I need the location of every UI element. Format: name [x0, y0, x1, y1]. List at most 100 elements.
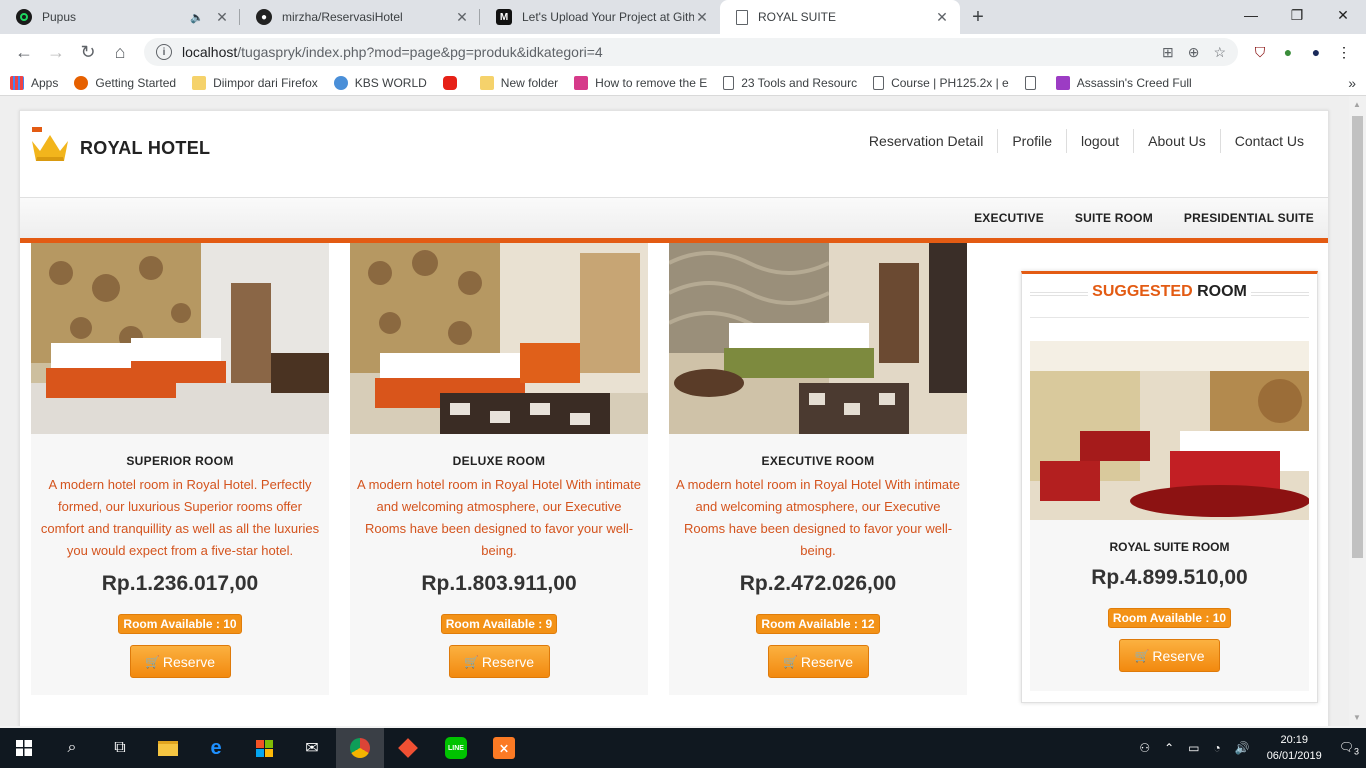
git-icon[interactable] [384, 728, 432, 768]
bookmark-new-folder[interactable]: New folder [479, 75, 558, 90]
task-view-icon[interactable]: ⧉ [96, 728, 144, 768]
edge-icon[interactable]: e [192, 728, 240, 768]
reload-icon[interactable]: ↻ [72, 42, 104, 63]
extension-globe-icon[interactable]: ● [1274, 44, 1302, 60]
close-tab-icon[interactable]: ✕ [934, 9, 950, 26]
maximize-icon[interactable]: ❐ [1274, 0, 1320, 30]
bookmark-folder[interactable]: Diimpor dari Firefox [192, 75, 318, 90]
bookmark-label: 23 Tools and Resourc [741, 75, 858, 90]
line-icon[interactable]: LINE [432, 728, 480, 768]
search-icon[interactable]: ⌕ [48, 728, 96, 768]
browser-tab[interactable]: M Let's Upload Your Project at Githu ✕ [480, 0, 720, 34]
back-icon[interactable]: ← [8, 42, 40, 63]
bookmark-course[interactable]: Course | PH125.2x | e [873, 75, 1009, 90]
wifi-icon[interactable]: ◔ [1213, 741, 1220, 755]
bookmarks-overflow-icon[interactable]: » [1348, 75, 1356, 91]
site-logo[interactable]: ROYAL HOTEL [30, 127, 210, 163]
nav-contact-us[interactable]: Contact Us [1221, 129, 1318, 153]
reserve-label: Reserve [481, 653, 535, 670]
site-icon [1055, 75, 1070, 90]
room-name: ROYAL SUITE ROOM [1109, 540, 1230, 554]
minimize-icon[interactable]: — [1228, 0, 1274, 30]
url-input[interactable]: i localhost/tugaspryk/index.php?mod=page… [144, 38, 1238, 66]
bookmark-youtube[interactable] [442, 75, 464, 90]
volume-icon[interactable]: 🔊 [1235, 741, 1250, 755]
browser-tab[interactable]: Pupus 🔈 ✕ [0, 0, 240, 34]
page-scrollbar[interactable]: ▲ ▼ [1349, 96, 1366, 726]
battery-icon[interactable]: ▭ [1188, 741, 1199, 755]
room-price: Rp.1.236.017,00 [101, 572, 259, 595]
file-explorer-icon[interactable] [144, 728, 192, 768]
bookmark-getting-started[interactable]: Getting Started [74, 75, 176, 90]
nav-reservation-detail[interactable]: Reservation Detail [855, 129, 999, 153]
github-icon: ● [256, 9, 272, 25]
bookmark-label: KBS WORLD [354, 75, 427, 90]
room-card: EXECUTIVE ROOM A modern hotel room in Ro… [669, 243, 967, 695]
store-icon[interactable] [240, 728, 288, 768]
browser-tab-active[interactable]: ROYAL SUITE ✕ [720, 0, 960, 34]
bookmark-star-icon[interactable]: ☆ [1213, 44, 1226, 61]
bookmark-assassins[interactable]: Assassin's Creed Full [1024, 75, 1192, 90]
cart-icon: 🛒 [144, 654, 160, 669]
availability-badge: Room Available : 12 [756, 614, 880, 634]
close-tab-icon[interactable]: ✕ [694, 9, 710, 26]
zoom-icon[interactable]: ⊕ [1188, 44, 1200, 61]
browser-tab[interactable]: ● mirzha/ReservasiHotel ✕ [240, 0, 480, 34]
close-tab-icon[interactable]: ✕ [454, 9, 470, 26]
chrome-icon[interactable] [336, 728, 384, 768]
tray-chevron-icon[interactable]: ⌃ [1164, 741, 1174, 755]
page-icon [1024, 75, 1036, 90]
nav-logout[interactable]: logout [1067, 129, 1135, 153]
category-presidential-suite[interactable]: PRESIDENTIAL SUITE [1184, 211, 1314, 225]
reserve-label: Reserve [162, 653, 216, 670]
profile-avatar-icon[interactable]: ● [1302, 44, 1330, 60]
suggested-room-panel: SUGGESTED ROOM ROYAL SUITE ROOM Rp.4.899… [1021, 271, 1318, 703]
new-tab-button[interactable]: + [960, 0, 996, 34]
menu-icon[interactable]: ⋮ [1330, 44, 1358, 61]
reserve-label: Reserve [800, 653, 854, 670]
availability-badge: Room Available : 9 [440, 614, 558, 634]
nav-profile[interactable]: Profile [998, 129, 1067, 153]
bookmark-apps[interactable]: Apps [10, 75, 58, 90]
cart-icon: 🛒 [1134, 648, 1150, 663]
room-price: Rp.2.472.026,00 [739, 572, 897, 595]
reserve-button[interactable]: 🛒 Reserve [767, 645, 869, 678]
bookmark-kbs-world[interactable]: KBS WORLD [333, 75, 427, 90]
forward-icon[interactable]: → [40, 42, 72, 63]
notification-icon[interactable]: 🗨3 [1339, 740, 1359, 756]
bookmark-tools[interactable]: 23 Tools and Resourc [723, 75, 858, 90]
room-name: DELUXE ROOM [452, 454, 546, 468]
people-icon[interactable]: ⚇ [1139, 741, 1150, 755]
info-icon[interactable]: i [156, 44, 172, 60]
scrollbar-thumb[interactable] [1352, 116, 1363, 558]
bookmark-label: Diimpor dari Firefox [213, 75, 318, 90]
spotify-icon [16, 9, 32, 25]
reserve-button[interactable]: 🛒 Reserve [129, 645, 231, 678]
home-icon[interactable]: ⌂ [104, 42, 136, 63]
translate-icon[interactable]: ⊞ [1162, 44, 1174, 61]
xampp-icon[interactable]: ⨯ [480, 728, 528, 768]
address-bar: ← → ↻ ⌂ i localhost/tugaspryk/index.php?… [0, 34, 1366, 70]
speaker-icon[interactable]: 🔈 [190, 11, 204, 24]
scroll-up-icon[interactable]: ▲ [1353, 100, 1361, 109]
cart-icon: 🛒 [782, 654, 798, 669]
category-suite-room[interactable]: SUITE ROOM [1075, 211, 1153, 225]
reserve-button[interactable]: 🛒 Reserve [448, 645, 550, 678]
system-tray: ⚇ ⌃ ▭ ◔ 🔊 20:19 06/01/2019 🗨3 [1132, 728, 1366, 768]
mail-icon[interactable]: ✉ [288, 728, 336, 768]
bookmarks-bar: Apps Getting Started Diimpor dari Firefo… [0, 70, 1366, 96]
scroll-down-icon[interactable]: ▼ [1353, 713, 1361, 722]
nav-about-us[interactable]: About Us [1134, 129, 1221, 153]
page-icon [873, 75, 885, 90]
bookmark-how-to[interactable]: How to remove the E [574, 75, 707, 90]
room-card: DELUXE ROOM A modern hotel room in Royal… [350, 243, 648, 695]
room-name: EXECUTIVE ROOM [761, 454, 875, 468]
category-executive[interactable]: EXECUTIVE [974, 211, 1044, 225]
close-window-icon[interactable]: ✕ [1320, 0, 1366, 30]
clock[interactable]: 20:19 06/01/2019 [1267, 732, 1322, 764]
ublock-icon[interactable]: ⛉ [1246, 44, 1274, 61]
suggested-title-rest: ROOM [1192, 283, 1247, 300]
windows-start-icon[interactable] [0, 728, 48, 768]
reserve-button[interactable]: 🛒 Reserve [1119, 639, 1220, 672]
close-tab-icon[interactable]: ✕ [214, 9, 230, 26]
